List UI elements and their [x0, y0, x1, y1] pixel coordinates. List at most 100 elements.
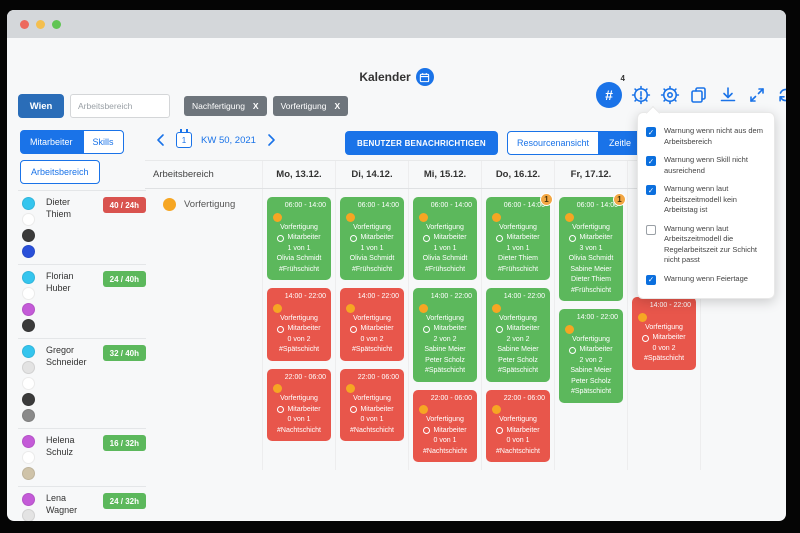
download-icon[interactable] — [718, 85, 738, 105]
shift-time: 22:00 - 06:00 — [489, 394, 547, 405]
shift-card[interactable]: 22:00 - 06:00 Vorfertigung Mitarbeiter 0… — [267, 369, 331, 442]
shift-card[interactable]: 14:00 - 22:00 Vorfertigung Mitarbeiter 2… — [559, 309, 623, 403]
shift-card[interactable]: 06:00 - 14:00 Vorfertigung Mitarbeiter 1… — [486, 197, 550, 280]
shift-role: Mitarbeiter — [416, 426, 474, 437]
shift-role: Mitarbeiter — [416, 233, 474, 244]
calendar-app-icon — [416, 68, 434, 86]
shift-time: 06:00 - 14:00 — [416, 201, 474, 212]
warning-settings-menu: ✓Warnung wenn nicht aus dem Arbeitsberei… — [637, 112, 775, 299]
shift-card[interactable]: 22:00 - 06:00 Vorfertigung Mitarbeiter 0… — [413, 390, 477, 463]
shift-card[interactable]: 14:00 - 22:00 Vorfertigung Mitarbeiter 0… — [267, 288, 331, 361]
shift-card[interactable]: 06:00 - 14:00 Vorfertigung Mitarbeiter 1… — [340, 197, 404, 280]
shift-role: Mitarbeiter — [270, 324, 328, 335]
previous-week-icon[interactable] — [155, 133, 167, 147]
day-column: 06:00 - 14:00 Vorfertigung Mitarbeiter 1… — [408, 189, 481, 470]
next-week-icon[interactable] — [265, 133, 277, 147]
shift-tag: #Spätschicht — [489, 366, 547, 377]
tab-arbeitsbereich[interactable]: Arbeitsbereich — [20, 160, 100, 184]
notify-users-button[interactable]: BENUTZER BENACHRICHTIGEN — [345, 131, 498, 155]
shift-tag: #Frühschicht — [489, 265, 547, 276]
remove-tag-icon[interactable]: X — [334, 101, 340, 111]
shift-role: Mitarbeiter — [635, 333, 693, 344]
shift-time: 14:00 - 22:00 — [270, 292, 328, 303]
warning-menu-item[interactable]: ✓ Warnung wenn Skill nicht ausreichend — [646, 151, 766, 180]
assigned-person: Peter Scholz — [562, 377, 620, 388]
warning-menu-item[interactable]: ✓ Warnung wenn Feiertage — [646, 270, 766, 289]
checkbox-checked-icon[interactable]: ✓ — [646, 275, 656, 285]
calendar-week-icon[interactable]: 1 — [176, 132, 192, 148]
shift-card[interactable]: 06:00 - 14:00 Vorfertigung Mitarbeiter 1… — [267, 197, 331, 280]
area-dot-icon — [346, 384, 355, 393]
warning-menu-label: Warnung wenn Skill nicht ausreichend — [664, 155, 766, 176]
copy-icon[interactable] — [689, 85, 709, 105]
view-zeitle[interactable]: Zeitle — [599, 131, 641, 155]
week-navigation: 1 KW 50, 2021 — [155, 132, 277, 148]
expand-icon[interactable] — [747, 85, 767, 105]
assigned-person: Olivia Schmidt — [270, 254, 328, 265]
warning-menu-item[interactable]: Warnung wenn laut Arbeitszeitmodell die … — [646, 220, 766, 270]
checkbox-checked-icon[interactable]: ✓ — [646, 156, 656, 166]
filter-tag[interactable]: NachfertigungX — [184, 96, 267, 116]
assigned-person: Peter Scholz — [489, 356, 547, 367]
shift-tag: #Spätschicht — [343, 345, 401, 356]
zoom-window-icon[interactable] — [52, 20, 61, 29]
shift-area: Vorfertigung — [416, 314, 474, 325]
employee-name: LenaWagner — [42, 493, 94, 521]
tab-skills[interactable]: Skills — [83, 130, 124, 154]
employee-row[interactable]: LenaWagner24 / 32h — [18, 487, 146, 521]
skill-dot-icon — [22, 493, 35, 506]
arbeitsbereich-input[interactable] — [70, 94, 170, 118]
warning-menu-label: Warnung wenn Feiertage — [664, 274, 766, 285]
shift-card[interactable]: 14:00 - 22:00 Vorfertigung Mitarbeiter 0… — [340, 288, 404, 361]
shift-role: Mitarbeiter — [343, 324, 401, 335]
shift-role: Mitarbeiter — [562, 345, 620, 356]
hashtag-circle-icon[interactable]: #4 — [596, 82, 622, 108]
tab-mitarbeiter[interactable]: Mitarbeiter — [20, 130, 83, 154]
minimize-window-icon[interactable] — [36, 20, 45, 29]
refresh-icon[interactable] — [776, 85, 786, 105]
person-circle-icon — [496, 427, 503, 434]
assigned-person: Olivia Schmidt — [562, 254, 620, 265]
employee-name: DieterThiem — [42, 197, 94, 258]
settings-icon[interactable] — [660, 85, 680, 105]
shift-card[interactable]: 14:00 - 22:00 Vorfertigung Mitarbeiter 2… — [486, 288, 550, 382]
employee-row[interactable]: DieterThiem40 / 24h — [18, 190, 146, 265]
day-column: 06:00 - 14:00 Vorfertigung Mitarbeiter 1… — [335, 189, 408, 470]
shift-card[interactable]: 14:00 - 22:00 Vorfertigung Mitarbeiter 2… — [413, 288, 477, 382]
skill-dot-icon — [22, 345, 35, 358]
view-resourcenansicht[interactable]: Resourcenansicht — [507, 131, 599, 155]
assigned-person: Olivia Schmidt — [416, 254, 474, 265]
shift-area: Vorfertigung — [343, 394, 401, 405]
close-window-icon[interactable] — [20, 20, 29, 29]
area-dot-icon — [163, 198, 176, 211]
area-dot-icon — [346, 213, 355, 222]
employee-row[interactable]: HelenaSchulz16 / 32h — [18, 429, 146, 487]
person-circle-icon — [277, 235, 284, 242]
location-button[interactable]: Wien — [18, 94, 64, 118]
filter-tag[interactable]: VorfertigungX — [273, 96, 349, 116]
shift-card[interactable]: 06:00 - 14:00 Vorfertigung Mitarbeiter 3… — [559, 197, 623, 301]
employee-row[interactable]: FlorianHuber24 / 40h — [18, 265, 146, 339]
checkbox-checked-icon[interactable]: ✓ — [646, 185, 656, 195]
warning-menu-item[interactable]: ✓Warnung wenn nicht aus dem Arbeitsberei… — [646, 122, 766, 151]
shift-card[interactable]: 22:00 - 06:00 Vorfertigung Mitarbeiter 0… — [486, 390, 550, 463]
skill-dot-icon — [22, 229, 35, 242]
area-dot-icon — [565, 213, 574, 222]
shift-role: Mitarbeiter — [489, 233, 547, 244]
employee-row[interactable]: GregorSchneider32 / 40h — [18, 339, 146, 429]
shift-area: Vorfertigung — [270, 223, 328, 234]
warning-settings-icon[interactable] — [631, 85, 651, 105]
shift-card[interactable]: 14:00 - 22:00 Vorfertigung Mitarbeiter 0… — [632, 297, 696, 370]
warning-menu-label: Warnung wenn laut Arbeitszeitmodell kein… — [664, 184, 766, 216]
remove-tag-icon[interactable]: X — [253, 101, 259, 111]
warning-menu-item[interactable]: ✓ Warnung wenn laut Arbeitszeitmodell kei… — [646, 180, 766, 220]
person-circle-icon — [350, 406, 357, 413]
checkbox-checked-icon[interactable]: ✓ — [646, 127, 656, 137]
shift-card[interactable]: 22:00 - 06:00 Vorfertigung Mitarbeiter 0… — [340, 369, 404, 442]
shift-names: Olivia SchmidtSabine MeierDieter Thiem — [562, 254, 620, 286]
employee-name: GregorSchneider — [42, 345, 94, 422]
shift-role: Mitarbeiter — [270, 233, 328, 244]
checkbox-unchecked-icon[interactable] — [646, 225, 656, 235]
person-circle-icon — [350, 235, 357, 242]
shift-card[interactable]: 06:00 - 14:00 Vorfertigung Mitarbeiter 1… — [413, 197, 477, 280]
